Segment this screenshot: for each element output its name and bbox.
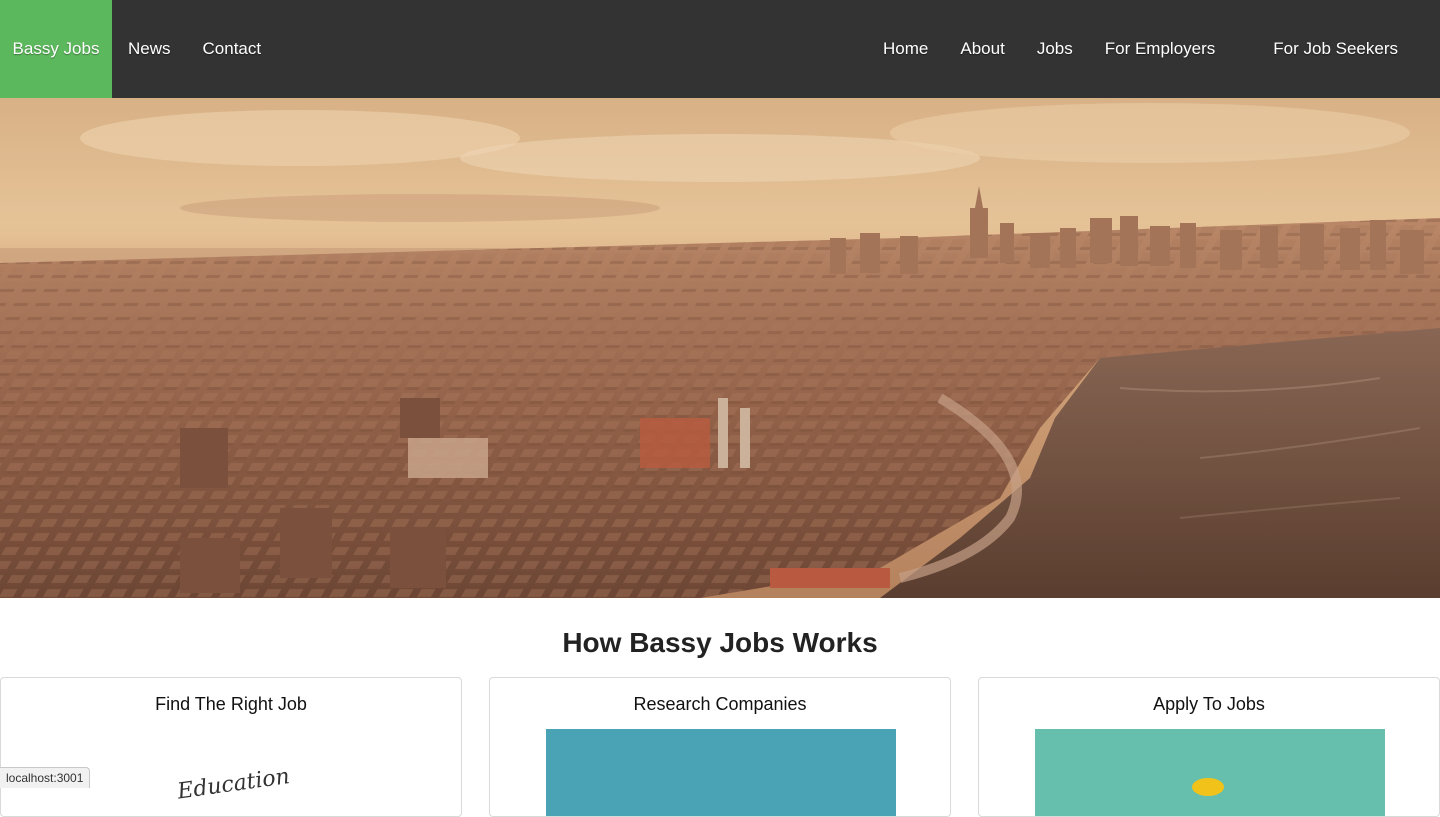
nav-left-group: News Contact [112,39,277,59]
nav-link-news[interactable]: News [128,39,171,59]
card-find-right-job[interactable]: Find The Right Job Education [0,677,462,817]
card-image-research [546,729,896,816]
nav-link-jobs[interactable]: Jobs [1037,39,1073,59]
card-title: Research Companies [633,694,807,714]
nav-link-contact[interactable]: Contact [203,39,262,59]
top-navbar: Bassy Jobs News Contact Home About Jobs … [0,0,1440,98]
nav-right-group: Home About Jobs For Employers For Job Se… [851,0,1440,98]
how-it-works-title: How Bassy Jobs Works [562,627,878,658]
nav-link-home[interactable]: Home [883,39,928,59]
nav-link-for-employers[interactable]: For Employers [1105,39,1216,59]
brand-logo-link[interactable]: Bassy Jobs [0,0,112,98]
card-research-companies[interactable]: Research Companies [489,677,951,817]
nav-link-about[interactable]: About [960,39,1004,59]
education-handwriting: Education [175,764,291,805]
hero-city-image [0,98,1440,598]
card-title: Find The Right Job [155,694,307,714]
nav-link-for-job-seekers[interactable]: For Job Seekers [1273,39,1398,59]
card-image-education: Education [57,729,407,816]
card-title: Apply To Jobs [1153,694,1265,714]
card-image-apply [1035,729,1385,816]
status-url-tooltip: localhost:3001 [0,767,91,788]
card-apply-to-jobs[interactable]: Apply To Jobs [978,677,1440,817]
